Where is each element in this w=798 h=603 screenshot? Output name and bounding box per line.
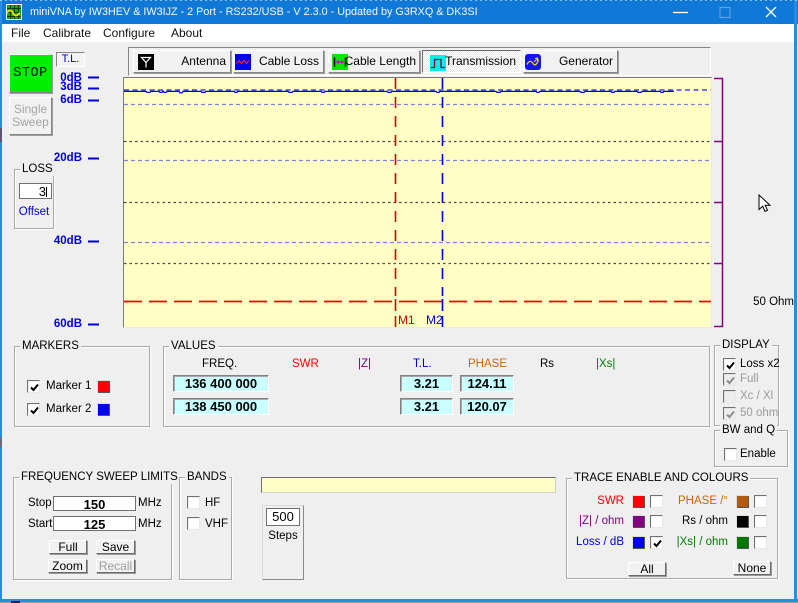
svg-text:M1: M1 [398,313,415,327]
svg-text:M2: M2 [426,313,443,327]
